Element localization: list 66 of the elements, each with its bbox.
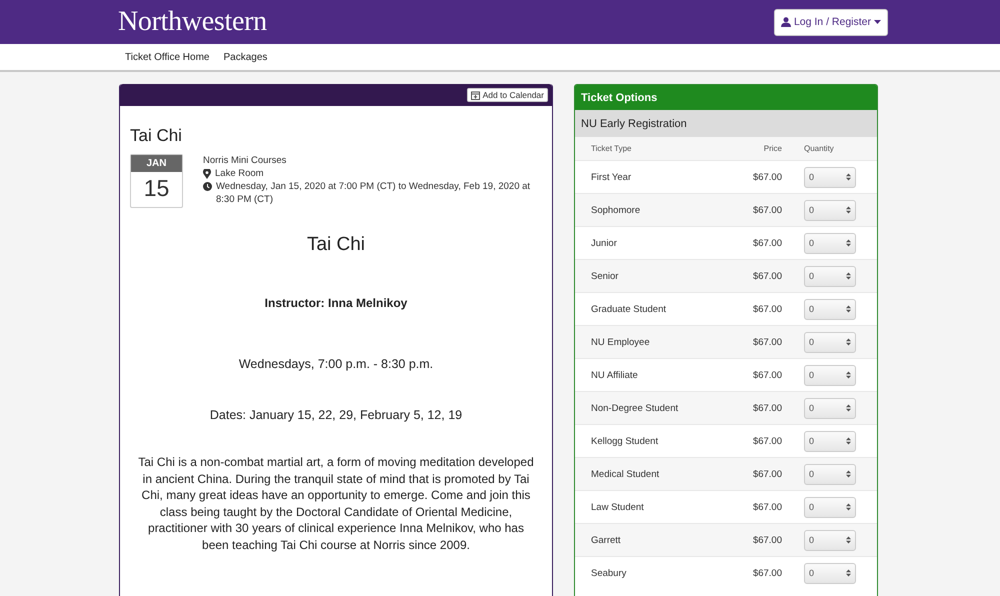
stepper-arrows-icon (846, 173, 851, 181)
ticket-type-cell: Seabury (575, 556, 735, 590)
stepper-arrows-icon (846, 272, 851, 280)
description-heading: Tai Chi (306, 234, 366, 256)
stepper-arrows-icon (846, 239, 851, 247)
ticket-type-cell: Sophomore (575, 194, 735, 226)
quantity-select[interactable]: 0 (804, 332, 856, 352)
quantity-select[interactable]: 0 (804, 398, 856, 418)
stepper-arrows-icon (846, 206, 851, 214)
instructor-line: Instructor: Inna Melnikoy (264, 296, 408, 310)
quantity-select[interactable]: 0 (804, 232, 856, 254)
date-time-text: Wednesday, Jan 15, 2020 at 7:00 PM (CT) to Wednesday, Feb 19, 2020 at 8:30 PM (CT) (216, 180, 532, 206)
ticket-type-cell: NU Employee (575, 326, 735, 358)
group-title: NU Early Registration (581, 118, 687, 130)
map-pin-icon (203, 169, 211, 179)
ticket-type-cell: Non-Degree Student (575, 392, 735, 424)
quantity-select[interactable]: 0 (804, 464, 856, 484)
quantity-select[interactable]: 0 (804, 430, 856, 452)
schedule-line: Wednesdays, 7:00 p.m. - 8:30 p.m. (238, 357, 434, 371)
stepper-arrows-icon (846, 503, 851, 511)
column-header: Quantity (784, 137, 877, 160)
quantity-select[interactable]: 0 (804, 166, 856, 188)
schedule-line: Dates: January 15, 22, 29, February 5, 12, 19 (208, 408, 464, 422)
ticket-type-cell: Medical Student (575, 458, 735, 490)
nav-link[interactable]: Ticket Office Home (125, 52, 210, 62)
stepper-arrows-icon (846, 536, 851, 544)
stepper-arrows-icon (846, 470, 851, 478)
price-cell: $67.00 (734, 458, 784, 490)
column-header: Price (734, 137, 784, 160)
date-month: JAN (131, 155, 182, 172)
user-icon (780, 17, 791, 27)
price-cell: $67.00 (734, 326, 784, 358)
quantity-select[interactable]: 0 (804, 298, 856, 320)
stepper-arrows-icon (846, 437, 851, 445)
date-day: 15 (131, 172, 182, 207)
description-paragraph: Tai Chi is a non-combat martial art, a form of moving meditation developed in ancient China. During the tranquil state of mind that is promoted by Tai Chi, many great ideas have an opportunity to emerge. Come and join this class being taught by the Doctoral Candidate of Oriental Medicine, practitioner with 30 years of clinical experience Inna Melnikov, who has been teaching Tai Chi course at Norris since 2009. (137, 454, 535, 553)
price-cell: $67.00 (734, 260, 784, 292)
price-cell: $67.00 (734, 194, 784, 226)
quantity-select[interactable]: 0 (804, 496, 856, 518)
login-button[interactable]: Log In / Register (774, 8, 888, 36)
ticket-type-cell: Senior (575, 260, 735, 292)
quantity-select[interactable]: 0 (804, 364, 856, 386)
logo-wordmark[interactable]: Northwestern (118, 6, 267, 38)
nav-link[interactable]: Packages (223, 52, 268, 62)
stepper-arrows-icon (846, 371, 851, 379)
calendar-icon (470, 90, 480, 100)
quantity-select[interactable]: 0 (804, 530, 856, 550)
add-to-calendar-button[interactable]: Add to Calendar (466, 88, 548, 102)
price-cell: $67.00 (734, 524, 784, 556)
stepper-arrows-icon (846, 338, 851, 346)
price-cell: $67.00 (734, 392, 784, 424)
quantity-select[interactable]: 0 (804, 562, 856, 584)
quantity-select[interactable]: 0 (804, 200, 856, 220)
ticket-type-cell: Garrett (575, 524, 735, 556)
ticket-options-title: Ticket Options (581, 92, 658, 104)
stepper-arrows-icon (846, 404, 851, 412)
price-cell: $67.00 (734, 556, 784, 590)
stepper-arrows-icon (846, 305, 851, 313)
clock-icon (203, 182, 212, 191)
quantity-select[interactable]: 0 (804, 266, 856, 286)
organizer-text: Norris Mini Courses (203, 154, 288, 167)
column-header: Ticket Type (575, 137, 735, 160)
event-title: Tai Chi (130, 126, 183, 146)
location-text: Lake Room (215, 167, 264, 180)
stepper-arrows-icon (846, 569, 851, 578)
caret-icon (874, 20, 881, 24)
